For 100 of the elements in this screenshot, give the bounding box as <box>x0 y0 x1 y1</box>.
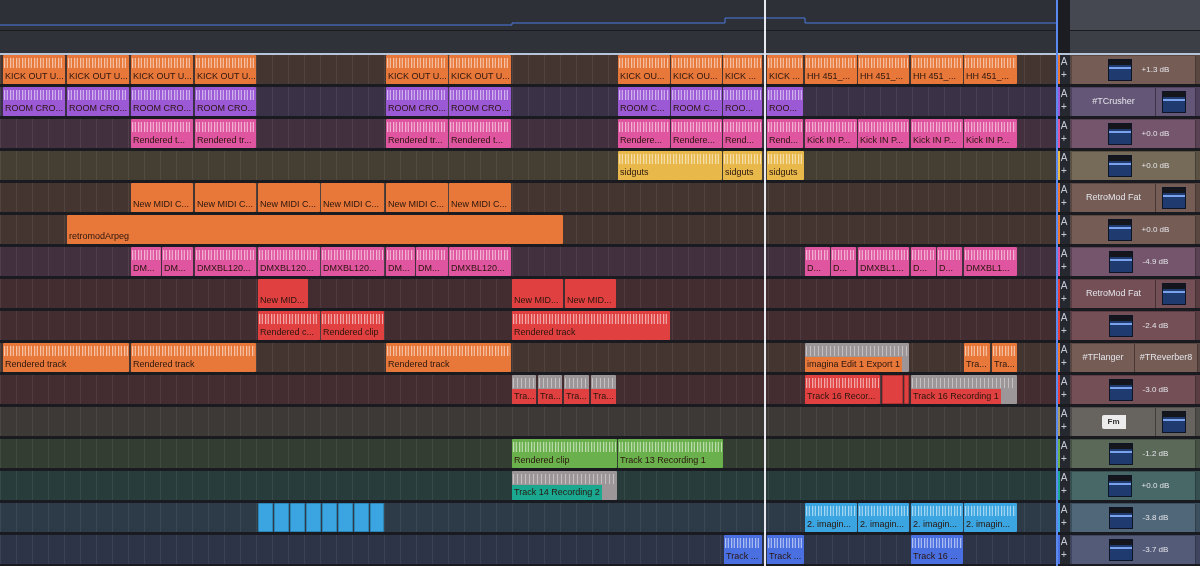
add-button[interactable]: + <box>1061 228 1067 241</box>
audio-clip[interactable]: KICK OUT U... <box>67 55 129 84</box>
meter-icon[interactable] <box>1162 186 1186 209</box>
meter-icon[interactable] <box>1107 474 1132 497</box>
plugin-slot[interactable]: Fm <box>1072 407 1156 436</box>
audio-clip[interactable]: Kick IN P... <box>964 119 1017 148</box>
meter-icon[interactable] <box>1108 250 1133 273</box>
add-button[interactable]: + <box>1061 132 1067 145</box>
meter-icon[interactable] <box>1108 378 1133 401</box>
audio-clip[interactable]: D... <box>831 247 856 276</box>
midi-clip[interactable]: New MID... <box>258 279 308 308</box>
audio-clip[interactable]: HH 451_... <box>805 55 857 84</box>
clip-block[interactable] <box>338 503 353 532</box>
audio-clip[interactable]: KICK OUT U... <box>3 55 65 84</box>
volume-plugin[interactable]: -4.9 dB <box>1072 247 1196 276</box>
volume-plugin[interactable]: -1.2 dB <box>1072 439 1196 468</box>
audio-clip[interactable]: Rendered clip <box>512 439 617 468</box>
audio-clip[interactable]: Tra... <box>512 375 536 404</box>
clip-block[interactable] <box>274 503 289 532</box>
volume-plugin[interactable] <box>1156 407 1196 436</box>
clip-block[interactable] <box>370 503 384 532</box>
midi-clip[interactable]: New MIDI C... <box>131 183 193 212</box>
audio-clip[interactable]: 2. imagin... <box>805 503 857 532</box>
clip-block[interactable] <box>904 375 909 404</box>
automation-button[interactable]: A <box>1060 439 1068 452</box>
add-button[interactable]: + <box>1061 388 1067 401</box>
automation-button[interactable]: A <box>1060 183 1068 196</box>
add-button[interactable]: + <box>1061 260 1067 273</box>
audio-clip[interactable]: DM... <box>386 247 415 276</box>
volume-plugin[interactable] <box>1156 183 1196 212</box>
automation-button[interactable]: A <box>1060 215 1068 228</box>
audio-clip[interactable]: DMXBL120... <box>195 247 256 276</box>
audio-clip[interactable]: ROOM CRO... <box>67 87 129 116</box>
audio-clip[interactable]: Kick IN P... <box>858 119 909 148</box>
audio-clip[interactable]: Tra... <box>591 375 616 404</box>
add-button[interactable]: + <box>1061 452 1067 465</box>
midi-clip[interactable]: New MIDI C... <box>258 183 320 212</box>
plugin-slot[interactable]: RetroMod Fat <box>1072 279 1156 308</box>
audio-clip[interactable]: Tra... <box>538 375 562 404</box>
audio-clip[interactable]: D... <box>805 247 830 276</box>
audio-clip[interactable]: Rendered t... <box>449 119 511 148</box>
audio-clip[interactable]: Tra... <box>964 343 990 372</box>
plugin-slot[interactable]: RetroMod Fat <box>1072 183 1156 212</box>
audio-clip[interactable]: 2. imagin... <box>858 503 909 532</box>
automation-button[interactable]: A <box>1060 407 1068 420</box>
meter-icon[interactable] <box>1108 538 1133 561</box>
automation-button[interactable]: A <box>1060 247 1068 260</box>
clip-block[interactable] <box>322 503 337 532</box>
meter-icon[interactable] <box>1107 154 1132 177</box>
audio-clip[interactable]: ROOM CRO... <box>386 87 448 116</box>
add-button[interactable]: + <box>1061 548 1067 561</box>
midi-clip[interactable]: retromodArpeg <box>67 215 563 244</box>
meter-icon[interactable] <box>1162 282 1186 305</box>
audio-clip[interactable]: Track 16 Recor... <box>805 375 880 404</box>
audio-clip[interactable]: DMXBL120... <box>449 247 511 276</box>
plugin-slot[interactable]: #TCrusher <box>1072 87 1156 116</box>
add-button[interactable]: + <box>1061 420 1067 433</box>
audio-clip[interactable]: Track 13 Recording 1 <box>618 439 723 468</box>
add-button[interactable]: + <box>1061 324 1067 337</box>
automation-button[interactable]: A <box>1060 535 1068 548</box>
audio-clip[interactable]: Rendered clip <box>321 311 384 340</box>
volume-plugin[interactable] <box>1156 87 1196 116</box>
volume-plugin[interactable]: +0.0 dB <box>1072 471 1196 500</box>
audio-clip[interactable]: Track 14 Recording 2 <box>512 471 617 500</box>
audio-clip[interactable]: Track 16 Recording 1 <box>911 375 1017 404</box>
plugin-slot[interactable]: #TReverber8 <box>1135 343 1198 372</box>
audio-clip[interactable]: Rendered tr... <box>195 119 256 148</box>
meter-icon[interactable] <box>1162 410 1186 433</box>
audio-clip[interactable]: KICK ... <box>723 55 762 84</box>
audio-clip[interactable]: Rend... <box>767 119 803 148</box>
meter-icon[interactable] <box>1108 314 1133 337</box>
audio-clip[interactable]: ROO... <box>723 87 762 116</box>
volume-plugin[interactable]: +0.0 dB <box>1072 151 1196 180</box>
audio-clip[interactable]: Rendered t... <box>131 119 193 148</box>
audio-clip[interactable]: ROO... <box>767 87 803 116</box>
audio-clip[interactable]: KICK OUT U... <box>449 55 511 84</box>
automation-button[interactable]: A <box>1060 375 1068 388</box>
automation-button[interactable]: A <box>1060 311 1068 324</box>
clip-block[interactable] <box>354 503 369 532</box>
automation-button[interactable]: A <box>1060 343 1068 356</box>
audio-clip[interactable]: Rendered track <box>3 343 129 372</box>
audio-clip[interactable]: Rendere... <box>671 119 722 148</box>
audio-clip[interactable]: sidguts <box>618 151 722 180</box>
audio-clip[interactable]: KICK OUT U... <box>195 55 256 84</box>
volume-plugin[interactable]: +1.3 dB <box>1072 55 1196 84</box>
audio-clip[interactable]: D... <box>937 247 962 276</box>
audio-clip[interactable]: Rendered track <box>512 311 670 340</box>
volume-plugin[interactable]: -3.7 dB <box>1072 535 1196 564</box>
automation-button[interactable]: A <box>1060 279 1068 292</box>
clip-block[interactable] <box>306 503 321 532</box>
audio-clip[interactable]: HH 451_... <box>858 55 909 84</box>
audio-clip[interactable]: KICK OUT U... <box>386 55 448 84</box>
audio-clip[interactable]: ROOM CRO... <box>195 87 256 116</box>
meter-icon[interactable] <box>1108 506 1133 529</box>
audio-clip[interactable]: KICK OU... <box>671 55 722 84</box>
volume-plugin[interactable]: -3.8 dB <box>1072 503 1196 532</box>
audio-clip[interactable]: ROOM CRO... <box>3 87 65 116</box>
meter-icon[interactable] <box>1162 90 1186 113</box>
clip-block[interactable] <box>258 503 273 532</box>
audio-clip[interactable]: Rendered tr... <box>386 119 448 148</box>
